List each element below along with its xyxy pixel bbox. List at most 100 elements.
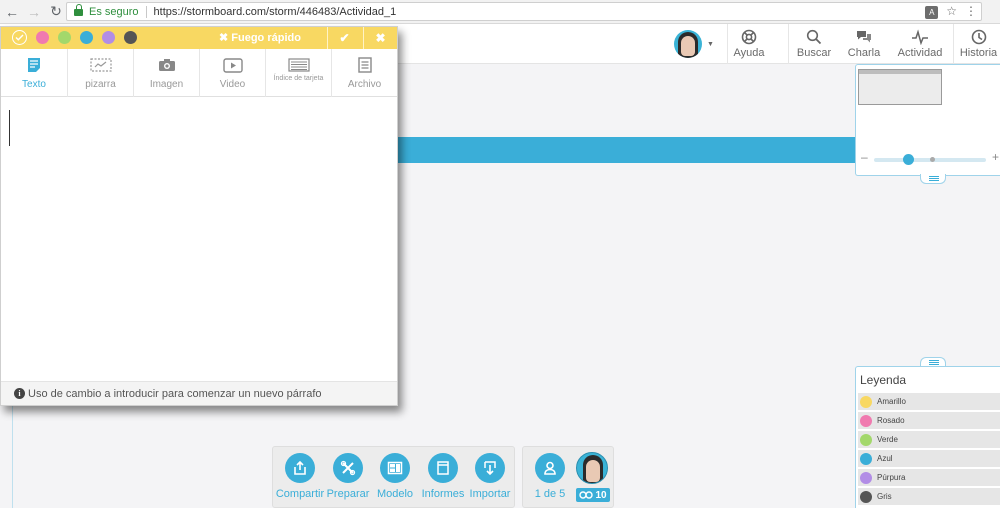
reload-icon[interactable]: ↻ xyxy=(46,2,66,22)
tab-label: Índice de tarjeta xyxy=(273,75,324,82)
zoom-out-icon[interactable]: – xyxy=(861,150,868,164)
participant-avatar[interactable] xyxy=(576,452,608,484)
lifebuoy-icon xyxy=(741,29,757,45)
tab-index-card[interactable]: Índice de tarjeta xyxy=(266,49,332,97)
legend-item[interactable]: Verde xyxy=(858,431,1000,448)
tab-text[interactable]: Texto xyxy=(1,49,68,97)
activity-icon xyxy=(912,29,928,45)
legend-panel: Leyenda Amarillo Rosado Verde Azul Púrpu… xyxy=(855,366,1000,508)
infinity-icon xyxy=(579,491,594,499)
history-button[interactable]: Historia xyxy=(957,24,1000,64)
tab-label: Archivo xyxy=(347,79,382,90)
minimap-toggle-tab[interactable] xyxy=(920,174,946,184)
back-icon[interactable]: ← xyxy=(2,2,22,22)
import-icon xyxy=(484,461,496,476)
color-option-green[interactable] xyxy=(58,31,71,44)
play-icon xyxy=(222,57,243,73)
minimap[interactable]: – + xyxy=(855,64,1000,176)
legend-item[interactable]: Amarillo xyxy=(858,393,1000,410)
activity-button[interactable]: Actividad xyxy=(893,24,947,64)
star-icon[interactable]: ☆ xyxy=(946,4,957,19)
legend-item-label: Azul xyxy=(877,454,893,463)
index-card-icon xyxy=(287,58,310,72)
editor-header: ✖ Fuego rápido ✔ ✖ xyxy=(1,27,397,49)
color-option-purple[interactable] xyxy=(102,31,115,44)
participants-badge[interactable]: 10 xyxy=(576,488,610,502)
tab-image[interactable]: Imagen xyxy=(134,49,200,97)
import-label: Importar xyxy=(469,488,511,500)
url-separator xyxy=(145,5,147,18)
color-swatch xyxy=(860,471,872,484)
address-bar[interactable]: Es seguro https://stormboard.com/storm/4… xyxy=(66,2,982,21)
users-pager-button[interactable]: 1 de 5 xyxy=(522,453,578,500)
legend-item-label: Verde xyxy=(877,435,898,444)
legend-item-label: Gris xyxy=(877,492,892,501)
rapid-fire-toggle[interactable]: ✖ Fuego rápido xyxy=(219,31,301,44)
secure-label: Es seguro xyxy=(89,5,139,18)
search-button[interactable]: Buscar xyxy=(795,24,833,64)
editor-tabs: Texto pizarra Imagen Video Índice de tar… xyxy=(1,49,397,97)
chevron-down-icon[interactable]: ▼ xyxy=(707,41,714,48)
minimap-viewport[interactable] xyxy=(858,69,942,105)
color-option-gray[interactable] xyxy=(124,31,137,44)
quick-add-editor: ✖ Fuego rápido ✔ ✖ Texto pizarra Imagen … xyxy=(0,26,398,406)
close-small-icon: ✖ xyxy=(219,32,229,44)
note-icon xyxy=(28,58,40,72)
legend-item[interactable]: Azul xyxy=(858,450,1000,467)
browser-toolbar: ← → ↻ Es seguro https://stormboard.com/s… xyxy=(0,0,1000,24)
menu-dots-icon[interactable]: ⋮ xyxy=(965,4,977,19)
close-icon: ✖ xyxy=(375,31,386,45)
chat-icon xyxy=(857,31,871,43)
color-swatch xyxy=(860,452,872,465)
tab-label: Imagen xyxy=(149,79,184,90)
info-icon: i xyxy=(14,388,25,399)
editor-footer: i Uso de cambio a introducir para comenz… xyxy=(1,381,397,405)
help-label: Ayuda xyxy=(733,47,765,59)
tab-file[interactable]: Archivo xyxy=(332,49,397,97)
tab-video[interactable]: Video xyxy=(200,49,266,97)
user-icon xyxy=(544,461,556,475)
confirm-button[interactable]: ✔ xyxy=(327,27,361,49)
color-option-pink[interactable] xyxy=(36,31,49,44)
share-icon xyxy=(294,460,306,475)
close-button[interactable]: ✖ xyxy=(363,27,397,49)
search-icon xyxy=(806,29,822,45)
translate-icon[interactable]: A xyxy=(925,6,939,19)
legend-item[interactable]: Gris xyxy=(858,488,1000,505)
reports-icon xyxy=(437,461,449,475)
color-swatch xyxy=(860,490,872,503)
chat-button[interactable]: Charla xyxy=(845,24,883,64)
legend-title: Leyenda xyxy=(860,373,907,387)
import-button[interactable]: Importar xyxy=(462,453,518,500)
tools-icon xyxy=(340,460,356,476)
legend-item[interactable]: Púrpura xyxy=(858,469,1000,486)
color-option-blue[interactable] xyxy=(80,31,93,44)
menu-lines-icon xyxy=(929,360,939,365)
clock-icon xyxy=(971,29,986,45)
divider xyxy=(788,24,789,64)
zoom-default-marker xyxy=(930,157,935,162)
share-label: Compartir xyxy=(275,488,325,500)
user-avatar[interactable] xyxy=(674,30,702,58)
tab-whiteboard[interactable]: pizarra xyxy=(68,49,134,97)
help-button[interactable]: Ayuda xyxy=(729,24,769,64)
lock-icon xyxy=(74,4,83,16)
zoom-slider-handle[interactable] xyxy=(903,154,914,165)
camera-icon xyxy=(158,59,175,71)
zoom-in-icon[interactable]: + xyxy=(992,150,999,164)
divider xyxy=(953,24,954,64)
check-circle-icon[interactable] xyxy=(12,30,27,45)
reports-label: Informes xyxy=(421,488,465,500)
legend-item-label: Amarillo xyxy=(877,397,906,406)
legend-item[interactable]: Rosado xyxy=(858,412,1000,429)
file-icon xyxy=(357,57,372,73)
participants-count: 10 xyxy=(595,489,607,501)
url-text[interactable]: https://stormboard.com/storm/446483/Acti… xyxy=(154,6,397,18)
color-swatch xyxy=(860,414,872,427)
search-label: Buscar xyxy=(796,47,832,59)
text-editor-area[interactable] xyxy=(1,98,397,381)
forward-icon[interactable]: → xyxy=(24,2,44,22)
template-label: Modelo xyxy=(376,488,414,500)
prepare-label: Preparar xyxy=(326,488,370,500)
activity-label: Actividad xyxy=(897,47,943,59)
